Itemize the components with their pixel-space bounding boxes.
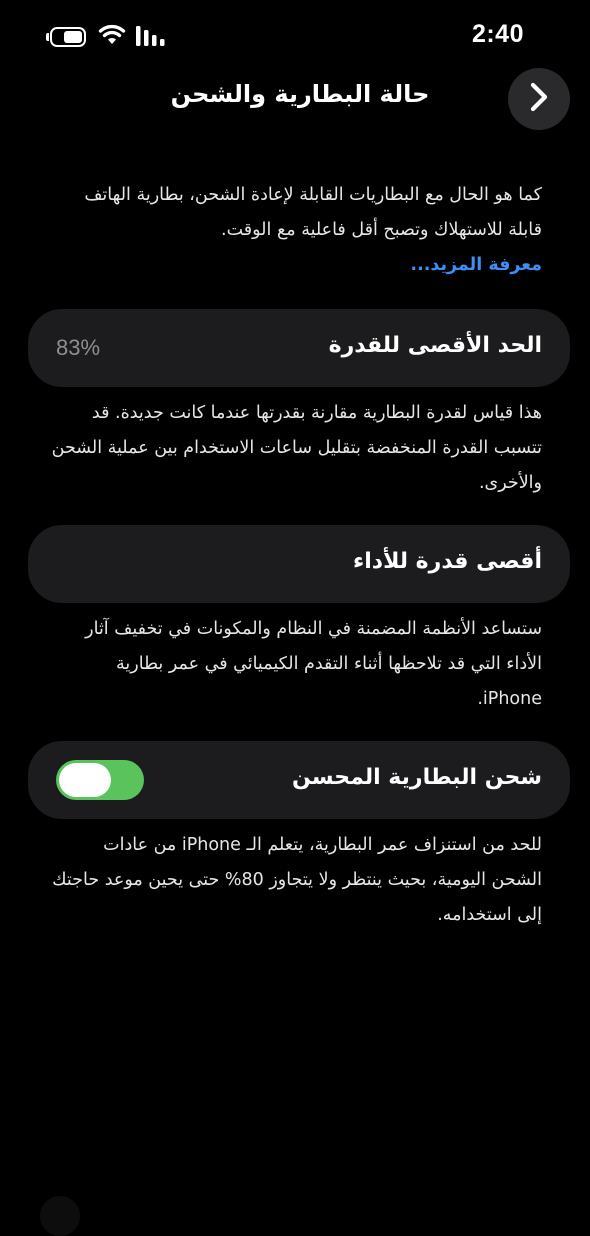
status-bar: 2:40 [0, 0, 590, 72]
status-time: 2:40 [471, 20, 524, 48]
battery-icon [46, 27, 88, 47]
max-capacity-row: الحد الأقصى للقدرة 83% [28, 309, 570, 387]
optimized-charging-label: شحن البطارية المحسن [292, 765, 542, 790]
signal-icon [136, 24, 166, 50]
optimized-charging-description: للحد من استنزاف عمر البطارية، يتعلم الـ … [52, 835, 542, 925]
optimized-charging-row: شحن البطارية المحسن [28, 741, 570, 819]
peak-performance-description: ستساعد الأنظمة المضمنة في النظام والمكون… [85, 619, 542, 709]
peak-performance-row: أقصى قدرة للأداء [28, 525, 570, 603]
max-capacity-description: هذا قياس لقدرة البطارية مقارنة بقدرتها ع… [51, 403, 542, 493]
status-icons [46, 24, 166, 50]
chevron-right-icon [529, 82, 549, 116]
intro-text: كما هو الحال مع البطاريات القابلة لإعادة… [84, 185, 542, 240]
max-capacity-value: 83% [56, 335, 101, 360]
intro-description: كما هو الحال مع البطاريات القابلة لإعادة… [48, 178, 542, 283]
page-title: حالة البطارية والشحن [170, 80, 430, 108]
wifi-icon [98, 24, 126, 50]
peak-performance-label: أقصى قدرة للأداء [352, 549, 542, 574]
header: حالة البطارية والشحن [0, 68, 590, 130]
toggle-knob [59, 763, 111, 797]
max-capacity-label: الحد الأقصى للقدرة [328, 333, 542, 358]
learn-more-link[interactable]: معرفة المزيد... [48, 248, 542, 283]
optimized-charging-toggle[interactable] [56, 760, 144, 800]
back-button[interactable] [508, 68, 570, 130]
corner-shadow [40, 1196, 80, 1236]
